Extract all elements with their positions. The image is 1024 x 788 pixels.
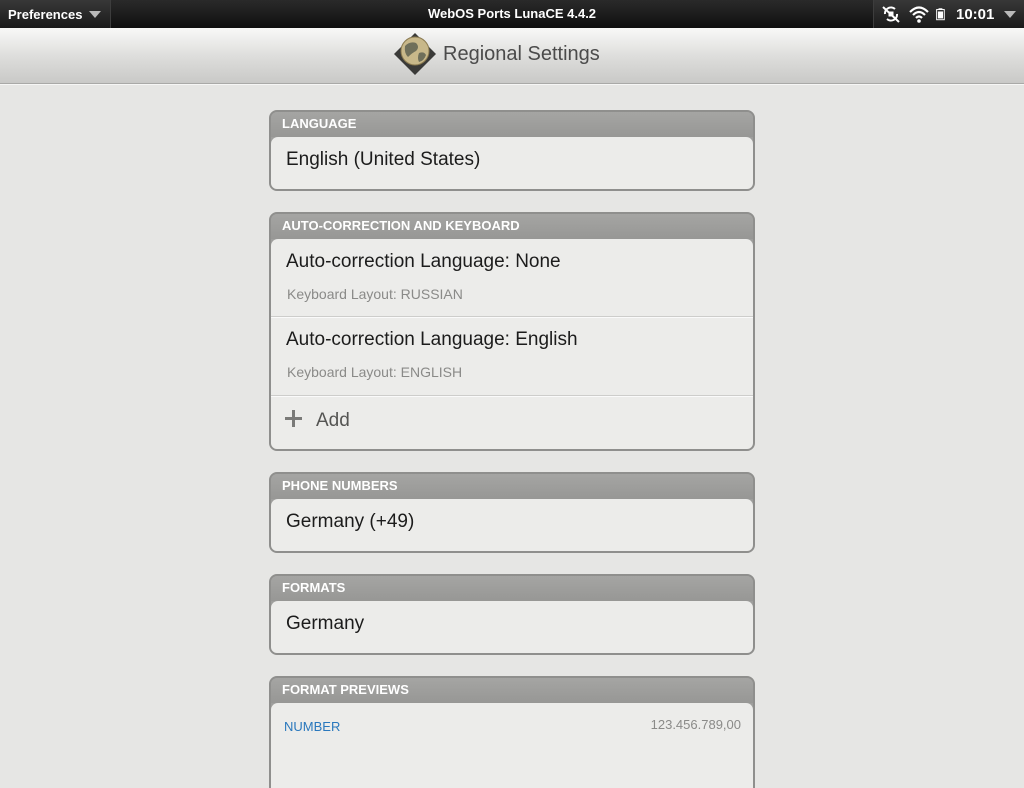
format-previews-group: FORMAT PREVIEWS NUMBER 123.456.789,00 bbox=[269, 676, 755, 788]
group-title-phone: PHONE NUMBERS bbox=[271, 474, 753, 499]
preview-row-number: NUMBER 123.456.789,00 bbox=[271, 703, 753, 763]
page-title: Regional Settings bbox=[443, 43, 600, 65]
app-menu-label: Preferences bbox=[8, 6, 83, 22]
group-body: Germany bbox=[271, 601, 753, 653]
group-title-previews: FORMAT PREVIEWS bbox=[271, 678, 753, 703]
group-title-keyboard: AUTO-CORRECTION AND KEYBOARD bbox=[271, 214, 753, 239]
language-value: English (United States) bbox=[286, 149, 481, 170]
battery-icon bbox=[936, 8, 945, 21]
status-bar: WebOS Ports LunaCE 4.4.2 Preferences 10:… bbox=[0, 0, 1024, 28]
rotation-lock-icon bbox=[882, 6, 900, 23]
formats-group: FORMATS Germany bbox=[269, 574, 755, 655]
wifi-icon bbox=[909, 6, 929, 23]
formats-region-picker[interactable]: Germany bbox=[271, 601, 753, 653]
chevron-down-icon bbox=[1004, 11, 1016, 18]
preview-label: NUMBER bbox=[284, 719, 341, 734]
keyboard-layout: Keyboard Layout: RUSSIAN bbox=[287, 286, 463, 302]
group-body: NUMBER 123.456.789,00 bbox=[271, 703, 753, 788]
autocorrection-language: Auto-correction Language: English bbox=[286, 329, 578, 350]
formats-region-value: Germany bbox=[286, 613, 365, 634]
group-title-language: LANGUAGE bbox=[271, 112, 753, 137]
carrier-title: WebOS Ports LunaCE 4.4.2 bbox=[427, 6, 597, 21]
autocorrection-language: Auto-correction Language: None bbox=[286, 251, 561, 272]
preview-value: 123.456.789,00 bbox=[650, 717, 741, 732]
language-picker[interactable]: English (United States) bbox=[271, 137, 753, 189]
group-body: English (United States) bbox=[271, 137, 753, 189]
page-header: Regional Settings bbox=[0, 28, 1024, 84]
keyboard-layout: Keyboard Layout: ENGLISH bbox=[287, 364, 463, 380]
add-keyboard-button[interactable]: Add bbox=[271, 396, 753, 449]
phone-numbers-group: PHONE NUMBERS Germany (+49) bbox=[269, 472, 755, 553]
language-group: LANGUAGE English (United States) bbox=[269, 110, 755, 191]
app-menu-button[interactable]: Preferences bbox=[0, 0, 111, 28]
phone-region-value: Germany (+49) bbox=[286, 511, 415, 532]
group-body: Germany (+49) bbox=[271, 499, 753, 551]
system-menu-button[interactable]: 10:01 bbox=[873, 0, 1024, 28]
group-title-formats: FORMATS bbox=[271, 576, 753, 601]
chevron-down-icon bbox=[89, 11, 101, 18]
clock: 10:01 bbox=[956, 5, 995, 23]
keyboard-entry-row[interactable]: Auto-correction Language: None Keyboard … bbox=[271, 239, 753, 317]
keyboard-group: AUTO-CORRECTION AND KEYBOARD Auto-correc… bbox=[269, 212, 755, 451]
phone-region-picker[interactable]: Germany (+49) bbox=[271, 499, 753, 551]
settings-content[interactable]: LANGUAGE English (United States) AUTO-CO… bbox=[0, 84, 1024, 788]
plus-icon bbox=[285, 410, 302, 427]
add-label: Add bbox=[316, 410, 350, 431]
group-body: Auto-correction Language: None Keyboard … bbox=[271, 239, 753, 449]
keyboard-entry-row[interactable]: Auto-correction Language: English Keyboa… bbox=[271, 317, 753, 396]
globe-icon bbox=[394, 33, 436, 75]
